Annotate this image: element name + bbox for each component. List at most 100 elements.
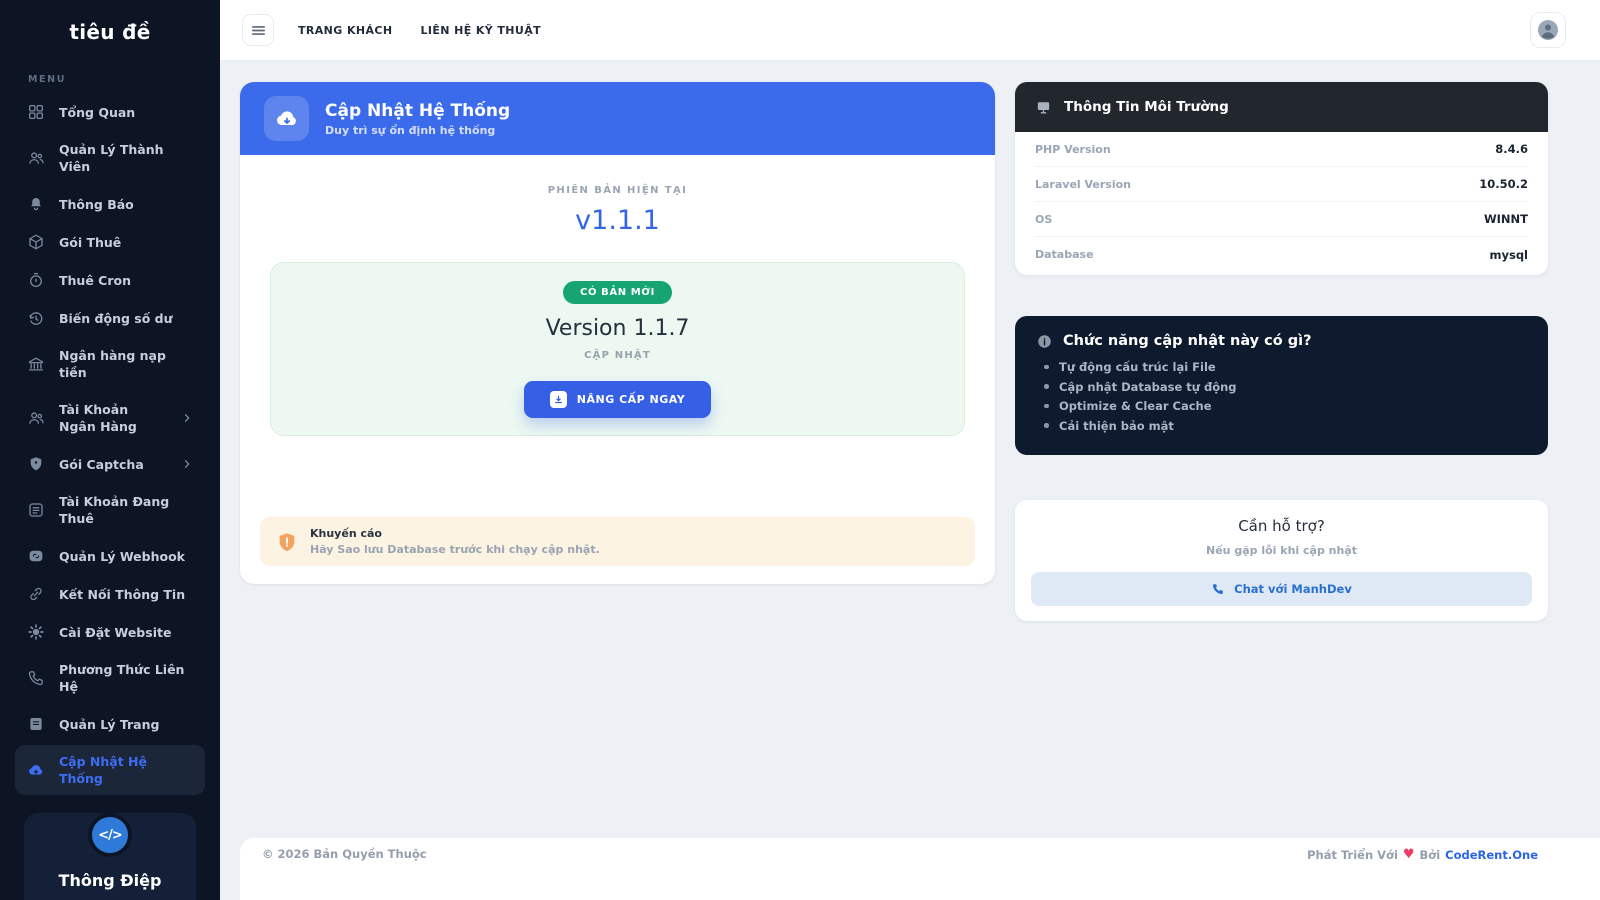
sidebar-item-label: Gói Thuê [59,234,121,251]
environment-row-value: 8.4.6 [1495,142,1528,156]
topbar-link-guest[interactable]: TRANG KHÁCH [298,24,392,37]
update-card-subtitle: Duy trì sự ổn định hệ thống [325,124,510,137]
credit-mid: Bởi [1420,848,1441,862]
message-card-title: Thông Điệp [36,871,184,890]
app-title: tiêu đề [0,20,220,44]
main-content: Cập Nhật Hệ Thống Duy trì sự ổn định hệ … [220,61,1600,621]
right-column: Thông Tin Môi Trường PHP Version 8.4.6 Lar… [1015,82,1548,621]
environment-row-value: 10.50.2 [1479,177,1528,191]
environment-row-value: WINNT [1484,212,1528,226]
footer-credit: Phát Triển Với ♥ Bởi CodeRent.One [1307,847,1538,862]
credit-prefix: Phát Triển Với [1307,848,1398,862]
environment-card-header: Thông Tin Môi Trường [1015,82,1548,132]
sidebar-item[interactable]: Cập Nhật Hệ Thống [15,745,205,795]
user-avatar-icon [1536,18,1560,42]
sidebar-item-label: Quản Lý Webhook [59,548,185,565]
current-version-value: v1.1.1 [240,205,995,236]
environment-row-label: Database [1035,248,1094,261]
environment-card: Thông Tin Môi Trường PHP Version 8.4.6 Lar… [1015,82,1548,275]
grid-icon [27,103,45,121]
sidebar-item[interactable]: Ngân hàng nạp tiền [15,339,205,389]
webhook-icon [27,547,45,565]
sidebar-item[interactable]: Kết Nối Thông Tin [15,577,205,611]
chevron-right-icon [181,458,193,470]
sidebar-item[interactable]: Gói Captcha [15,447,205,481]
download-icon [550,391,567,408]
sidebar-item[interactable]: Quản Lý Trang [15,707,205,741]
sidebar-item-label: Gói Captcha [59,456,144,473]
sidebar-item[interactable]: Thuê Cron [15,263,205,297]
chat-button[interactable]: Chat với ManhDev [1031,572,1532,606]
sidebar-item[interactable]: Thông Báo [15,187,205,221]
feature-item: Tự động cấu trúc lại File [1044,361,1526,374]
sidebar-item-label: Biến động số dư [59,310,173,327]
environment-rows: PHP Version 8.4.6 Laravel Version10.50.2 OS… [1015,132,1548,275]
sidebar-item-label: Tổng Quan [59,104,135,121]
environment-row-label: OS [1035,213,1052,226]
sidebar-item-label: Quản Lý Thành Viên [59,141,193,175]
sidebar-item-label: Cập Nhật Hệ Thống [59,753,193,787]
features-list: Tự động cấu trúc lại FileCập nhật Databa… [1044,361,1526,433]
sidebar-item[interactable]: Quản Lý Webhook [15,539,205,573]
sidebar-item[interactable]: Cài Đặt Website [15,615,205,649]
sidebar-item[interactable]: Tài Khoản Ngân Hàng [15,393,205,443]
sidebar-item[interactable]: Quản Lý Thành Viên [15,133,205,183]
shield-icon [27,455,45,473]
sidebar-item[interactable]: Tài Khoản Đang Thuê [15,485,205,535]
sidebar: tiêu đề MENU Tổng Quan Quản Lý Thành Viên… [0,0,220,900]
hamburger-button[interactable] [242,14,274,46]
cloud-update-icon [27,761,45,779]
new-version-panel: CÓ BẢN MỚI Version 1.1.7 CẬP NHẬT NÂNG C… [270,262,965,436]
warning-shield-icon [276,531,298,553]
package-icon [27,233,45,251]
link-icon [27,585,45,603]
footer-copyright: © 2026 Bản Quyền Thuộc [262,847,427,861]
sidebar-item-label: Thuê Cron [59,272,131,289]
monitor-icon [1035,99,1052,116]
hamburger-icon [250,22,267,39]
timer-icon [27,271,45,289]
sidebar-item[interactable]: Gói Thuê [15,225,205,259]
sidebar-item-label: Phương Thức Liên Hệ [59,661,193,695]
system-update-card: Cập Nhật Hệ Thống Duy trì sự ổn định hệ … [240,82,995,584]
bank-icon [27,355,45,373]
warning-text: Hãy Sao lưu Database trước khi chạy cập … [310,543,600,556]
avatar-button[interactable] [1530,12,1566,48]
sidebar-item-label: Quản Lý Trang [59,716,159,733]
users-icon [27,409,45,427]
new-version-caption: CẬP NHẬT [271,350,964,361]
environment-row: Databasemysql [1035,237,1528,272]
code-icon: </> [88,813,132,857]
gear-icon [27,623,45,641]
heart-icon: ♥ [1403,847,1415,862]
warning-texts: Khuyến cáo Hãy Sao lưu Database trước kh… [310,527,600,556]
update-card-header: Cập Nhật Hệ Thống Duy trì sự ổn định hệ … [240,82,995,155]
new-version-value: Version 1.1.7 [271,316,964,341]
footer: © 2026 Bản Quyền Thuộc Phát Triển Với ♥ … [240,838,1600,900]
update-card-body: PHIÊN BẢN HIỆN TẠI v1.1.1 CÓ BẢN MỚI Ver… [240,155,995,566]
topbar-link-support[interactable]: LIÊN HỆ KỸ THUẬT [420,24,541,37]
bell-icon [27,195,45,213]
credit-link[interactable]: CodeRent.One [1445,848,1538,862]
features-card-title: Chức năng cập nhật này có gì? [1063,333,1312,349]
support-card: Cần hỗ trợ? Nếu gặp lỗi khi cập nhật Cha… [1015,500,1548,621]
sidebar-item-label: Thông Báo [59,196,134,213]
sidebar-item[interactable]: Phương Thức Liên Hệ [15,653,205,703]
chevron-right-icon [181,412,193,424]
environment-row-label: PHP Version [1035,143,1111,156]
upgrade-now-button[interactable]: NÂNG CẤP NGAY [524,381,711,418]
current-version-label: PHIÊN BẢN HIỆN TẠI [240,185,995,196]
warning-banner: Khuyến cáo Hãy Sao lưu Database trước kh… [260,517,975,566]
sidebar-item-label: Tài Khoản Đang Thuê [59,493,193,527]
sidebar-item[interactable]: Tổng Quan [15,95,205,129]
menu-section-label: MENU [28,74,220,85]
sidebar-item-label: Tài Khoản Ngân Hàng [59,401,167,435]
sidebar-item[interactable]: Biến động số dư [15,301,205,335]
update-card-heading: Cập Nhật Hệ Thống Duy trì sự ổn định hệ … [325,101,510,137]
sidebar-item-label: Kết Nối Thông Tin [59,586,185,603]
chat-button-label: Chat với ManhDev [1234,582,1352,596]
history-icon [27,309,45,327]
environment-row: Laravel Version10.50.2 [1035,167,1528,202]
feature-item: Cải thiện bảo mật [1044,420,1526,433]
features-card: Chức năng cập nhật này có gì? Tự động cấ… [1015,316,1548,455]
